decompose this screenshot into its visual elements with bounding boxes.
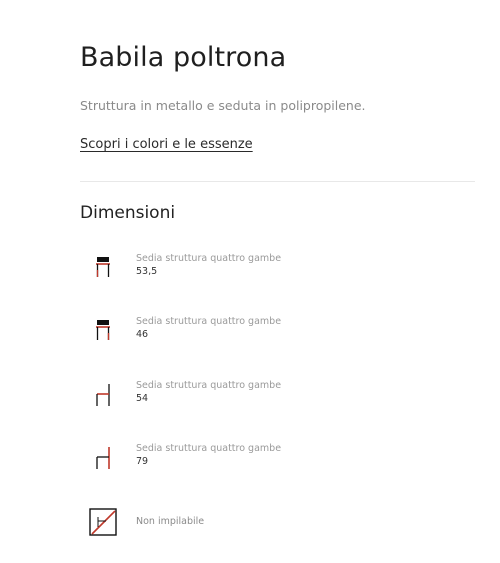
dimension-label: Sedia struttura quattro gambe <box>136 253 282 264</box>
dimension-value: 46 <box>136 329 149 340</box>
dimension-label: Sedia struttura quattro gambe <box>136 316 282 327</box>
dimension-label: Sedia struttura quattro gambe <box>136 443 282 454</box>
product-description: Struttura in metallo e seduta in polipro… <box>80 98 366 113</box>
colors-link[interactable]: Scopri i colori e le essenze <box>80 137 253 152</box>
dimension-item: Sedia struttura quattro gambe 54 <box>80 380 475 420</box>
dimension-item: Sedia struttura quattro gambe 79 <box>80 443 475 483</box>
chair-side-height-icon <box>88 443 118 473</box>
dimension-label: Sedia struttura quattro gambe <box>136 380 282 391</box>
dimension-item: Sedia struttura quattro gambe 53,5 <box>80 253 475 293</box>
dimension-item: Sedia struttura quattro gambe 46 <box>80 316 475 356</box>
dimension-value: 79 <box>136 456 149 467</box>
stacking-item: Non impilabile <box>80 507 475 547</box>
chair-seat-height-icon <box>88 253 118 283</box>
stacking-label: Non impilabile <box>136 516 205 527</box>
dimension-value: 54 <box>136 393 149 404</box>
not-stackable-icon <box>88 507 118 537</box>
dimension-value: 53,5 <box>136 266 158 277</box>
product-title: Babila poltrona <box>80 42 287 73</box>
divider <box>80 181 475 182</box>
chair-seat-height-icon <box>88 316 118 346</box>
chair-side-depth-icon <box>88 380 118 410</box>
dimensions-heading: Dimensioni <box>80 203 176 223</box>
